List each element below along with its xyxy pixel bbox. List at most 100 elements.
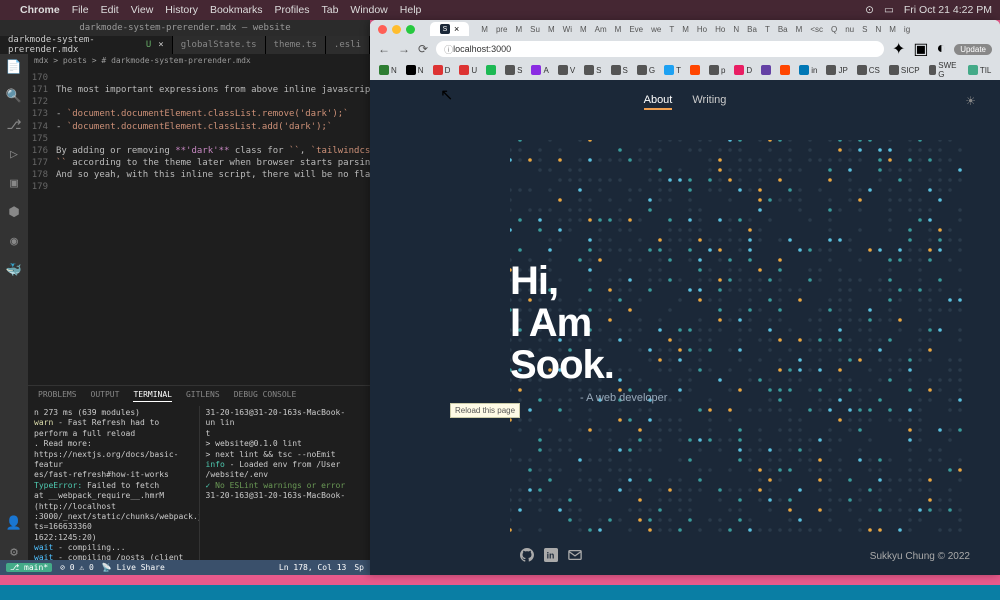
tab-eslint[interactable]: .esli [326, 36, 370, 54]
remote-icon[interactable]: ⬢ [8, 205, 19, 220]
debug-icon[interactable]: ▷ [10, 147, 18, 162]
wifi-icon[interactable]: ⊙ [865, 4, 874, 16]
menu-tab[interactable]: Tab [321, 4, 338, 16]
bookmark-item[interactable] [758, 64, 774, 76]
tab-gitlens[interactable]: GITLENS [186, 390, 220, 402]
minimize-window-icon[interactable] [392, 25, 401, 34]
browser-tab[interactable]: pre [493, 24, 511, 35]
menu-profiles[interactable]: Profiles [274, 4, 309, 16]
menu-window[interactable]: Window [350, 4, 387, 16]
scm-icon[interactable]: ⎇ [7, 118, 22, 133]
bookmark-item[interactable] [687, 64, 703, 76]
browser-tab[interactable]: M [478, 24, 491, 35]
tab-output[interactable]: OUTPUT [91, 390, 120, 402]
bookmark-item[interactable]: S [502, 64, 525, 76]
breadcrumb[interactable]: mdx > posts > # darkmode-system-prerende… [28, 54, 370, 68]
battery-icon[interactable]: ▭ [884, 4, 894, 16]
reload-button[interactable]: ⟳ [418, 42, 428, 56]
browser-tab[interactable]: Ba [744, 24, 760, 35]
ext-icon[interactable]: ✦ [892, 39, 905, 59]
browser-tab[interactable]: nu [842, 24, 857, 35]
menu-edit[interactable]: Edit [101, 4, 119, 16]
bookmark-item[interactable]: S [608, 64, 631, 76]
linkedin-icon[interactable]: in [544, 548, 558, 565]
menu-help[interactable]: Help [400, 4, 422, 16]
browser-tab[interactable]: M [793, 24, 806, 35]
browser-tab[interactable]: Ba [775, 24, 791, 35]
browser-tab[interactable]: Wi [560, 24, 575, 35]
browser-tab[interactable]: Am [592, 24, 610, 35]
browser-tab[interactable]: Ho [694, 24, 710, 35]
browser-tab[interactable]: N [730, 24, 742, 35]
update-button[interactable]: Update [954, 44, 992, 55]
bookmark-item[interactable]: in [796, 64, 820, 76]
bookmark-item[interactable]: U [456, 64, 480, 76]
docker-icon[interactable]: 🐳 [6, 263, 22, 278]
tab-terminal[interactable]: TERMINAL [133, 390, 172, 402]
browser-tab[interactable]: Ho [712, 24, 728, 35]
bookmark-item[interactable]: N [403, 64, 427, 76]
bookmark-item[interactable]: N [376, 64, 400, 76]
browser-tab[interactable]: Q [828, 24, 840, 35]
gear-icon[interactable]: ⚙ [10, 545, 18, 560]
explorer-icon[interactable]: 📄 [6, 60, 22, 75]
browser-tab[interactable]: M [612, 24, 625, 35]
mail-icon[interactable] [568, 548, 582, 565]
back-button[interactable]: ← [378, 42, 390, 56]
browser-tab[interactable]: M [513, 24, 526, 35]
bookmark-item[interactable]: G [634, 64, 658, 76]
menu-file[interactable]: File [72, 4, 89, 16]
maximize-window-icon[interactable] [406, 25, 415, 34]
browser-tab[interactable]: T [762, 24, 773, 35]
tab-problems[interactable]: PROBLEMS [38, 390, 77, 402]
bookmark-item[interactable]: T [661, 64, 684, 76]
close-icon[interactable]: × [158, 40, 163, 50]
close-window-icon[interactable] [378, 25, 387, 34]
terminal[interactable]: n 273 ms (639 modules)warn - Fast Refres… [28, 406, 370, 560]
browser-tab[interactable]: S [859, 24, 870, 35]
browser-tab[interactable]: M [679, 24, 692, 35]
tab-debug[interactable]: DEBUG CONSOLE [234, 390, 297, 402]
tab-darkmode[interactable]: darkmode-system-prerender.mdx U× [0, 36, 173, 54]
cursor-pos[interactable]: Ln 178, Col 13 [279, 563, 346, 572]
bookmark-item[interactable]: JP [823, 64, 850, 76]
bookmark-item[interactable]: TIL [965, 64, 995, 76]
bookmark-item[interactable]: SWE G [926, 60, 962, 80]
menu-view[interactable]: View [131, 4, 154, 16]
bookmark-item[interactable]: A [528, 64, 551, 76]
app-name[interactable]: Chrome [20, 4, 60, 16]
browser-tab[interactable]: M [886, 24, 899, 35]
browser-tab[interactable]: M [577, 24, 590, 35]
search-icon[interactable]: 🔍 [6, 89, 22, 104]
errors[interactable]: ⊘ 0 ⚠ 0 [60, 563, 94, 572]
bookmark-item[interactable]: CS [854, 64, 883, 76]
forward-button[interactable]: → [398, 42, 410, 56]
live-share[interactable]: 📡 Live Share [102, 563, 165, 572]
browser-tab-active[interactable]: S× [430, 22, 469, 36]
address-bar[interactable]: ⓘ localhost:3000 [436, 41, 884, 57]
bookmark-item[interactable]: D [430, 64, 454, 76]
github-icon[interactable] [520, 548, 534, 565]
code-editor[interactable]: 170171The most important expressions fro… [28, 68, 370, 385]
theme-toggle-icon[interactable]: ☀ [965, 94, 976, 108]
bookmark-item[interactable] [483, 64, 499, 76]
tab-globalstate[interactable]: globalState.ts [173, 36, 266, 54]
ext-icon[interactable]: ▣ [10, 176, 18, 191]
browser-tab[interactable]: T [666, 24, 677, 35]
clock[interactable]: Fri Oct 21 4:22 PM [904, 4, 992, 16]
ext-icon-3[interactable]: ◐ [937, 40, 947, 58]
menu-history[interactable]: History [165, 4, 198, 16]
lens-icon[interactable]: ◉ [10, 234, 18, 249]
browser-tab[interactable]: ig [901, 24, 913, 35]
branch-name[interactable]: ⎇ main* [6, 563, 52, 572]
menu-bookmarks[interactable]: Bookmarks [210, 4, 263, 16]
browser-tab[interactable]: N [872, 24, 884, 35]
browser-tab[interactable]: <sc [807, 24, 826, 35]
nav-writing[interactable]: Writing [692, 94, 726, 110]
browser-tab[interactable]: Eve [626, 24, 646, 35]
browser-tab[interactable]: Su [527, 24, 543, 35]
account-icon[interactable]: 👤 [6, 516, 22, 531]
bookmark-item[interactable]: S [581, 64, 604, 76]
ext-icon-2[interactable]: ▣ [913, 39, 928, 59]
bookmark-item[interactable]: V [555, 64, 578, 76]
